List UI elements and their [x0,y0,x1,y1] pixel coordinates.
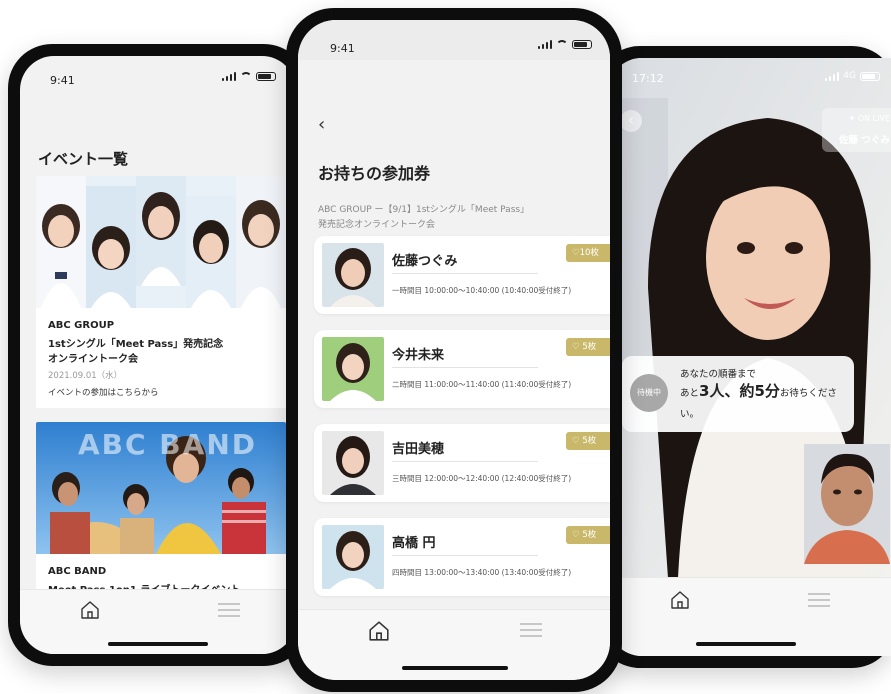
wifi-icon [556,40,568,49]
ticket-card[interactable]: 高橋 円 四時間目 13:00:00〜13:40:00 (13:40:00受付終… [314,518,610,596]
event-name-line1: ABC GROUP ー【9/1】1stシングル「Meet Pass」 [318,205,530,215]
performer-name: 高橋 円 [392,536,436,551]
performer-name: 佐藤 つぐみ [838,135,890,146]
queue-panel: 待機中 あなたの順番まで あと3人、約5分お待ちくださ い。 [622,356,854,432]
battery-icon [256,72,276,81]
ticket-card[interactable]: 吉田美穂 三時間目 12:00:00〜12:40:00 (12:40:00受付終… [314,424,610,502]
event-card[interactable]: ABC GROUP 1stシングル「Meet Pass」発売記念 オンライントー… [36,176,286,408]
status-time: 9:41 [50,74,75,87]
status-time: 9:41 [330,42,355,55]
event-join-link[interactable]: イベントの参加はこちらから [48,386,159,398]
ticket-count-badge: ♡ 5枚 [566,338,610,356]
signal-icon [221,72,236,81]
performer-thumb [322,525,384,589]
event-date: 2021.09.01（水） [48,371,123,381]
performer-thumb [322,243,384,307]
left-phone: 9:41 イベント一覧 ABC GROUP 1stシングル「Meet Pass」… [8,44,308,666]
home-indicator [108,642,208,646]
event-name-line2: 発売記念オンライントーク会 [318,220,436,230]
event-title-line2: オンライントーク会 [48,354,138,365]
home-indicator [402,666,508,670]
queue-line1: あなたの順番まで [680,369,757,380]
time-slot: 四時間目 13:00:00〜13:40:00 (13:40:00受付終了) [392,568,572,577]
queue-line3: い。 [680,409,700,420]
list-icon[interactable] [520,622,542,638]
performer-name: 佐藤つぐみ [392,254,458,269]
divider [392,367,538,368]
status-time: 17:12 [632,72,664,85]
page-title: お持ちの参加券 [318,164,431,183]
performer-thumb [322,337,384,401]
back-button[interactable]: ‹ [620,110,642,132]
tab-bar [20,589,296,654]
back-button[interactable]: ‹ [318,114,325,135]
event-group: ABC GROUP [48,320,115,331]
back-icon: ‹ [627,110,635,129]
ticket-count-badge: ♡ 5枚 [566,432,610,450]
divider [392,555,538,556]
queue-line2: あと3人、約5分お待ちくださ [680,382,837,400]
performer-name: 吉田美穂 [392,442,445,457]
signal-icon [824,72,840,81]
center-phone: 9:41 ‹ お持ちの参加券 ABC GROUP ー【9/1】1stシングル「M… [286,8,622,692]
time-slot: 一時間目 10:00:00〜10:40:00 (10:40:00受付終了) [392,286,572,295]
status-bar: 9:41 [298,20,610,60]
performer-name: 今井未来 [392,348,445,363]
tab-bar [608,577,891,656]
divider [392,461,538,462]
event-title-line1: 1stシングル「Meet Pass」発売記念 [48,339,224,350]
status-bar: 17:12 4G [608,58,891,94]
battery-icon [860,72,880,81]
live-info: ✦ ON LIVE 佐藤 つぐみ [822,108,891,152]
ticket-count-badge: ♡10枚 [566,244,610,262]
time-slot: 三時間目 12:00:00〜12:40:00 (12:40:00受付終了) [392,474,572,483]
ticket-card[interactable]: 佐藤つぐみ 一時間目 10:00:00〜10:40:00 (10:40:00受付… [314,236,610,314]
event-banner-text: ABC BAND [78,428,257,461]
divider [392,273,538,274]
home-indicator [696,642,796,646]
list-icon[interactable] [218,602,240,618]
battery-icon [572,40,592,49]
home-icon[interactable] [80,600,100,620]
home-icon[interactable] [670,590,690,610]
center-screen: 9:41 ‹ お持ちの参加券 ABC GROUP ー【9/1】1stシングル「M… [298,20,610,680]
network-label: 4G [843,71,856,81]
event-group: ABC BAND [48,566,107,577]
event-image-group [36,176,286,308]
tab-bar [298,609,610,680]
status-bar: 9:41 [20,56,296,92]
self-camera-preview [804,444,890,564]
left-screen: 9:41 イベント一覧 ABC GROUP 1stシングル「Meet Pass」… [20,56,296,654]
ticket-card[interactable]: 今井未来 二時間目 11:00:00〜11:40:00 (11:40:00受付終… [314,330,610,408]
waiting-badge: 待機中 [630,374,668,412]
page-title: イベント一覧 [38,150,129,168]
performer-thumb [322,431,384,495]
home-icon[interactable] [368,620,390,642]
right-screen: 17:12 4G ‹ ✦ ON LIVE 佐藤 つぐみ 待機中 あなたの順番まで… [608,58,891,656]
time-slot: 二時間目 11:00:00〜11:40:00 (11:40:00受付終了) [392,380,572,389]
ticket-count-badge: ♡ 5枚 [566,526,610,544]
right-phone: 17:12 4G ‹ ✦ ON LIVE 佐藤 つぐみ 待機中 あなたの順番まで… [596,46,891,668]
signal-icon [537,40,552,49]
list-icon[interactable] [808,592,830,608]
wifi-icon [240,72,252,81]
live-badge: ✦ ON LIVE [848,114,890,123]
